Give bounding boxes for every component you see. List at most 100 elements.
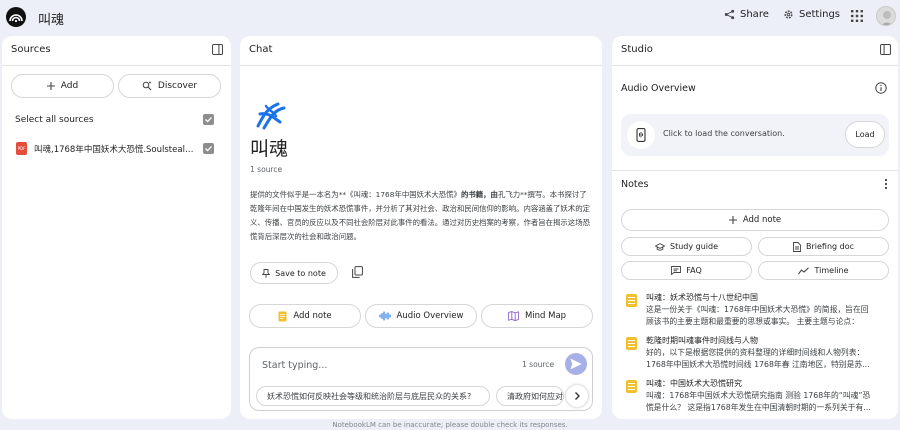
audio-overview-action-label: Audio Overview: [396, 311, 464, 321]
chat-source-count: 1 source: [250, 165, 283, 174]
top-bar: 叫魂 Share Settings: [0, 0, 900, 34]
chat-panel: Chat 叫魂 1 source 提供的文件似乎是一本名为**《叫魂：1768年…: [240, 36, 602, 419]
audio-overview-title: Audio Overview: [621, 83, 696, 94]
timeline-button[interactable]: Timeline: [758, 261, 889, 280]
settings-label: Settings: [799, 9, 841, 20]
suggestions-next-button[interactable]: [566, 385, 588, 407]
settings-button[interactable]: Settings: [783, 9, 840, 20]
save-to-note-label: Save to note: [275, 268, 326, 278]
note-preview: 慌是什么？ 这是指1768年发生在中国清朝时期的一系列关于有...: [646, 403, 871, 412]
add-note-label: Add note: [742, 215, 782, 225]
add-note-action-button[interactable]: Add note: [249, 304, 361, 328]
study-guide-label: Study guide: [669, 242, 718, 251]
gear-icon: [784, 10, 793, 19]
notebook-title[interactable]: 叫魂: [38, 9, 64, 28]
studio-divider: [612, 65, 898, 66]
faq-icon: [671, 266, 682, 275]
phone-audio-icon: [627, 121, 655, 149]
apps-grid-icon[interactable]: [851, 10, 863, 22]
studio-panel: Studio Audio Overview Click to load the …: [612, 36, 898, 419]
panel-collapse-icon[interactable]: [880, 44, 891, 55]
chat-input[interactable]: [262, 357, 502, 373]
note-preview: 1768年中国妖术大恐慌时间线 1768年春 江南地区，特别是苏...: [646, 360, 870, 369]
book-title: 叫魂: [250, 138, 289, 160]
note-icon: [626, 380, 637, 393]
notebooklm-logo-icon[interactable]: [6, 7, 26, 27]
note-icon: [626, 294, 637, 307]
plus-icon: [46, 82, 55, 90]
note-title: 乾隆时期叫魂事件时间线与人物: [646, 336, 758, 345]
timeline-label: Timeline: [814, 266, 849, 275]
faq-button[interactable]: FAQ: [621, 261, 752, 280]
chat-composer: 1 source 妖术恐慌如何反映社会等级和统治阶层与底层民众的关系? 清政府如…: [249, 347, 593, 411]
note-title: 叫魂：中国妖术大恐慌研究: [646, 379, 742, 388]
note-icon: [626, 337, 637, 350]
discover-button[interactable]: Discover: [118, 74, 221, 98]
info-icon[interactable]: [875, 82, 887, 94]
discover-icon: [142, 81, 152, 91]
disclaimer-footer: NotebookLM can be inaccurate; please dou…: [332, 421, 568, 429]
select-all-label: Select all sources: [15, 115, 94, 125]
check-icon: [205, 145, 212, 152]
select-all-checkbox[interactable]: [203, 114, 214, 125]
share-button[interactable]: Share: [724, 9, 769, 20]
composer-source-count: 1 source: [522, 360, 555, 369]
audio-overview-card: Click to load the conversation. Load: [621, 114, 889, 156]
plus-icon: [728, 216, 737, 224]
add-note-button[interactable]: Add note: [621, 209, 889, 231]
study-guide-icon: [654, 242, 665, 251]
discover-label: Discover: [157, 81, 198, 91]
note-title: 叫魂：妖术恐慌与十八世纪中国: [646, 293, 758, 302]
note-preview: 叫魂：1768年中国妖术大恐慌研究指南 测验 1768年的“叫魂”恐: [646, 391, 871, 400]
sources-divider: [2, 65, 231, 66]
note-add-icon: [278, 311, 287, 321]
audio-card-text: Click to load the conversation.: [663, 129, 785, 138]
briefing-doc-icon: [793, 241, 801, 252]
more-vert-icon[interactable]: [884, 178, 888, 190]
studio-title: Studio: [621, 44, 653, 55]
mind-map-icon: [508, 311, 519, 321]
send-icon: [570, 358, 582, 370]
copy-icon[interactable]: [352, 266, 363, 278]
chat-title: Chat: [249, 44, 273, 55]
study-guide-button[interactable]: Study guide: [621, 237, 752, 256]
add-source-button[interactable]: Add: [11, 74, 114, 98]
note-preview: 顾该书的主要主题和最重要的思想或事实。 主要主题与论点：: [646, 317, 859, 326]
note-preview: 这是一份关于《叫魂：1768年中国妖术大恐慌》的简报，旨在回: [646, 305, 869, 314]
knot-icon: [256, 102, 286, 130]
source-item-checkbox[interactable]: [203, 143, 214, 154]
add-source-label: Add: [60, 81, 79, 91]
mind-map-action-button[interactable]: Mind Map: [481, 304, 593, 328]
briefing-doc-label: Briefing doc: [805, 242, 855, 251]
pin-icon: [262, 268, 271, 278]
timeline-icon: [798, 266, 810, 274]
panel-collapse-icon[interactable]: [212, 44, 223, 55]
avatar[interactable]: [876, 6, 896, 26]
suggestion-chip[interactable]: 妖术恐慌如何反映社会等级和统治阶层与底层民众的关系?: [256, 386, 490, 406]
briefing-doc-button[interactable]: Briefing doc: [758, 237, 889, 256]
audio-overview-action-button[interactable]: Audio Overview: [365, 304, 477, 328]
share-label: Share: [740, 9, 769, 20]
faq-label: FAQ: [686, 266, 702, 275]
summary-part-1: 提供的文件似乎是一本名为**《叫魂：1768年中国妖术大恐慌》: [250, 190, 461, 199]
chat-divider: [240, 65, 602, 66]
summary-bold: 的书籍，由: [460, 190, 498, 199]
pdf-icon: PDF: [16, 142, 27, 155]
check-icon: [205, 116, 212, 123]
save-to-note-button[interactable]: Save to note: [250, 262, 338, 284]
suggestion-chip[interactable]: 清政府如何应对: [496, 386, 564, 406]
chevron-right-icon: [575, 392, 580, 400]
load-button[interactable]: Load: [845, 121, 885, 148]
audio-waveform-icon: [378, 311, 391, 321]
studio-section-divider: [612, 170, 898, 171]
source-summary: 提供的文件似乎是一本名为**《叫魂：1768年中国妖术大恐慌》的书籍，由孔飞力*…: [250, 188, 594, 244]
pdf-badge-text: PDF: [17, 146, 26, 151]
source-item-name[interactable]: 叫魂,1768年中国妖术大恐慌.Soulstealers,...: [34, 143, 196, 155]
send-button[interactable]: [565, 353, 587, 375]
note-preview: 好的，以下是根据您提供的资料整理的详细时间线和人物列表：: [646, 348, 865, 357]
mind-map-action-label: Mind Map: [524, 311, 567, 321]
sources-title: Sources: [11, 44, 51, 55]
add-note-action-label: Add note: [293, 311, 332, 321]
share-icon: [724, 9, 735, 20]
sources-panel: Sources Add Discover Select all sources …: [2, 36, 231, 419]
